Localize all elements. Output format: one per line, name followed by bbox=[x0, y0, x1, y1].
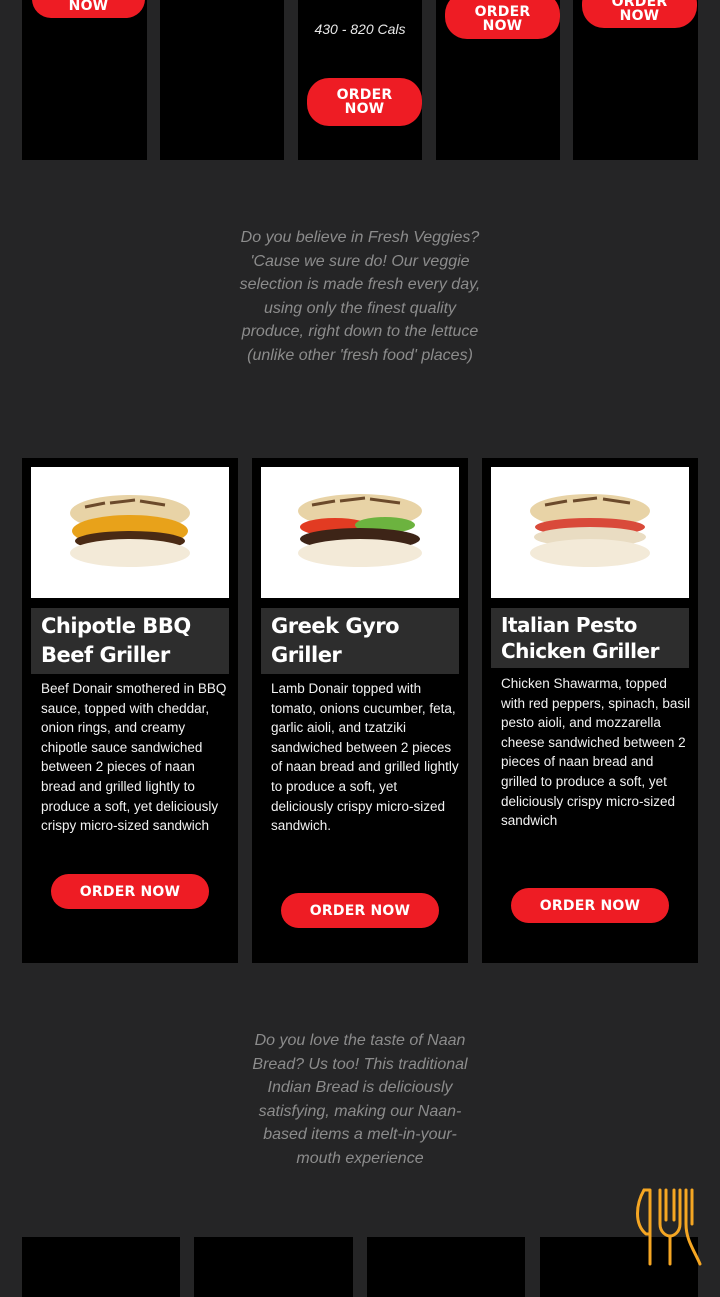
sandwich-image bbox=[298, 493, 422, 567]
menu-card-1 bbox=[22, 0, 147, 160]
order-now-button-4[interactable]: ORDER NOW bbox=[445, 0, 560, 39]
product-image-chipotle bbox=[31, 467, 229, 598]
order-now-button-5[interactable]: ORDER NOW bbox=[582, 0, 697, 28]
calories-label: 430 - 820 Cals bbox=[314, 21, 406, 37]
now-label: NOW bbox=[619, 8, 660, 24]
product-image-italian-pesto bbox=[491, 467, 689, 598]
bottom-card-1 bbox=[22, 1237, 180, 1297]
order-now-button-1[interactable]: NOW bbox=[32, 0, 145, 18]
sandwich-image bbox=[70, 494, 190, 567]
product-title-box: Chipotle BBQ Beef Griller bbox=[31, 608, 229, 674]
sandwich-image bbox=[530, 493, 650, 567]
naan-blurb: Do you love the taste of Naan Bread? Us … bbox=[252, 1032, 468, 1167]
product-title-box: Italian Pesto Chicken Griller bbox=[491, 608, 689, 668]
product-card-greek-gyro: Greek Gyro Griller Lamb Donair topped wi… bbox=[252, 458, 468, 963]
product-image-greek-gyro bbox=[261, 467, 459, 598]
bottom-card-3 bbox=[367, 1237, 525, 1297]
order-now-button[interactable]: ORDER NOW bbox=[511, 888, 669, 923]
order-label: ORDER bbox=[474, 3, 531, 20]
bottom-card-2 bbox=[194, 1237, 353, 1297]
order-now-button-3[interactable]: ORDER NOW bbox=[307, 78, 422, 126]
order-label: ORDER bbox=[336, 87, 393, 103]
product-title: Greek Gyro Griller bbox=[271, 614, 400, 667]
now-label: NOW bbox=[344, 101, 385, 117]
product-title-box: Greek Gyro Griller bbox=[261, 608, 459, 674]
product-description: Lamb Donair topped with tomato, onions c… bbox=[271, 681, 459, 834]
menu-card-2 bbox=[160, 0, 284, 160]
fork-knife-icon[interactable] bbox=[630, 1184, 706, 1270]
order-now-button[interactable]: ORDER NOW bbox=[281, 893, 439, 928]
veggies-blurb: Do you believe in Fresh Veggies? 'Cause … bbox=[239, 229, 481, 364]
product-description: Beef Donair smothered in BBQ sauce, topp… bbox=[41, 681, 227, 834]
product-title: Italian Pesto Chicken Griller bbox=[501, 613, 659, 663]
order-now-button[interactable]: ORDER NOW bbox=[51, 874, 209, 909]
product-description: Chicken Shawarma, topped with red pepper… bbox=[501, 676, 691, 829]
now-label: NOW bbox=[482, 17, 523, 34]
product-card-chipotle: Chipotle BBQ Beef Griller Beef Donair sm… bbox=[22, 458, 238, 963]
product-card-italian-pesto: Italian Pesto Chicken Griller Chicken Sh… bbox=[482, 458, 698, 963]
order-now-label: NOW bbox=[68, 0, 109, 14]
product-title: Chipotle BBQ Beef Griller bbox=[41, 614, 191, 667]
